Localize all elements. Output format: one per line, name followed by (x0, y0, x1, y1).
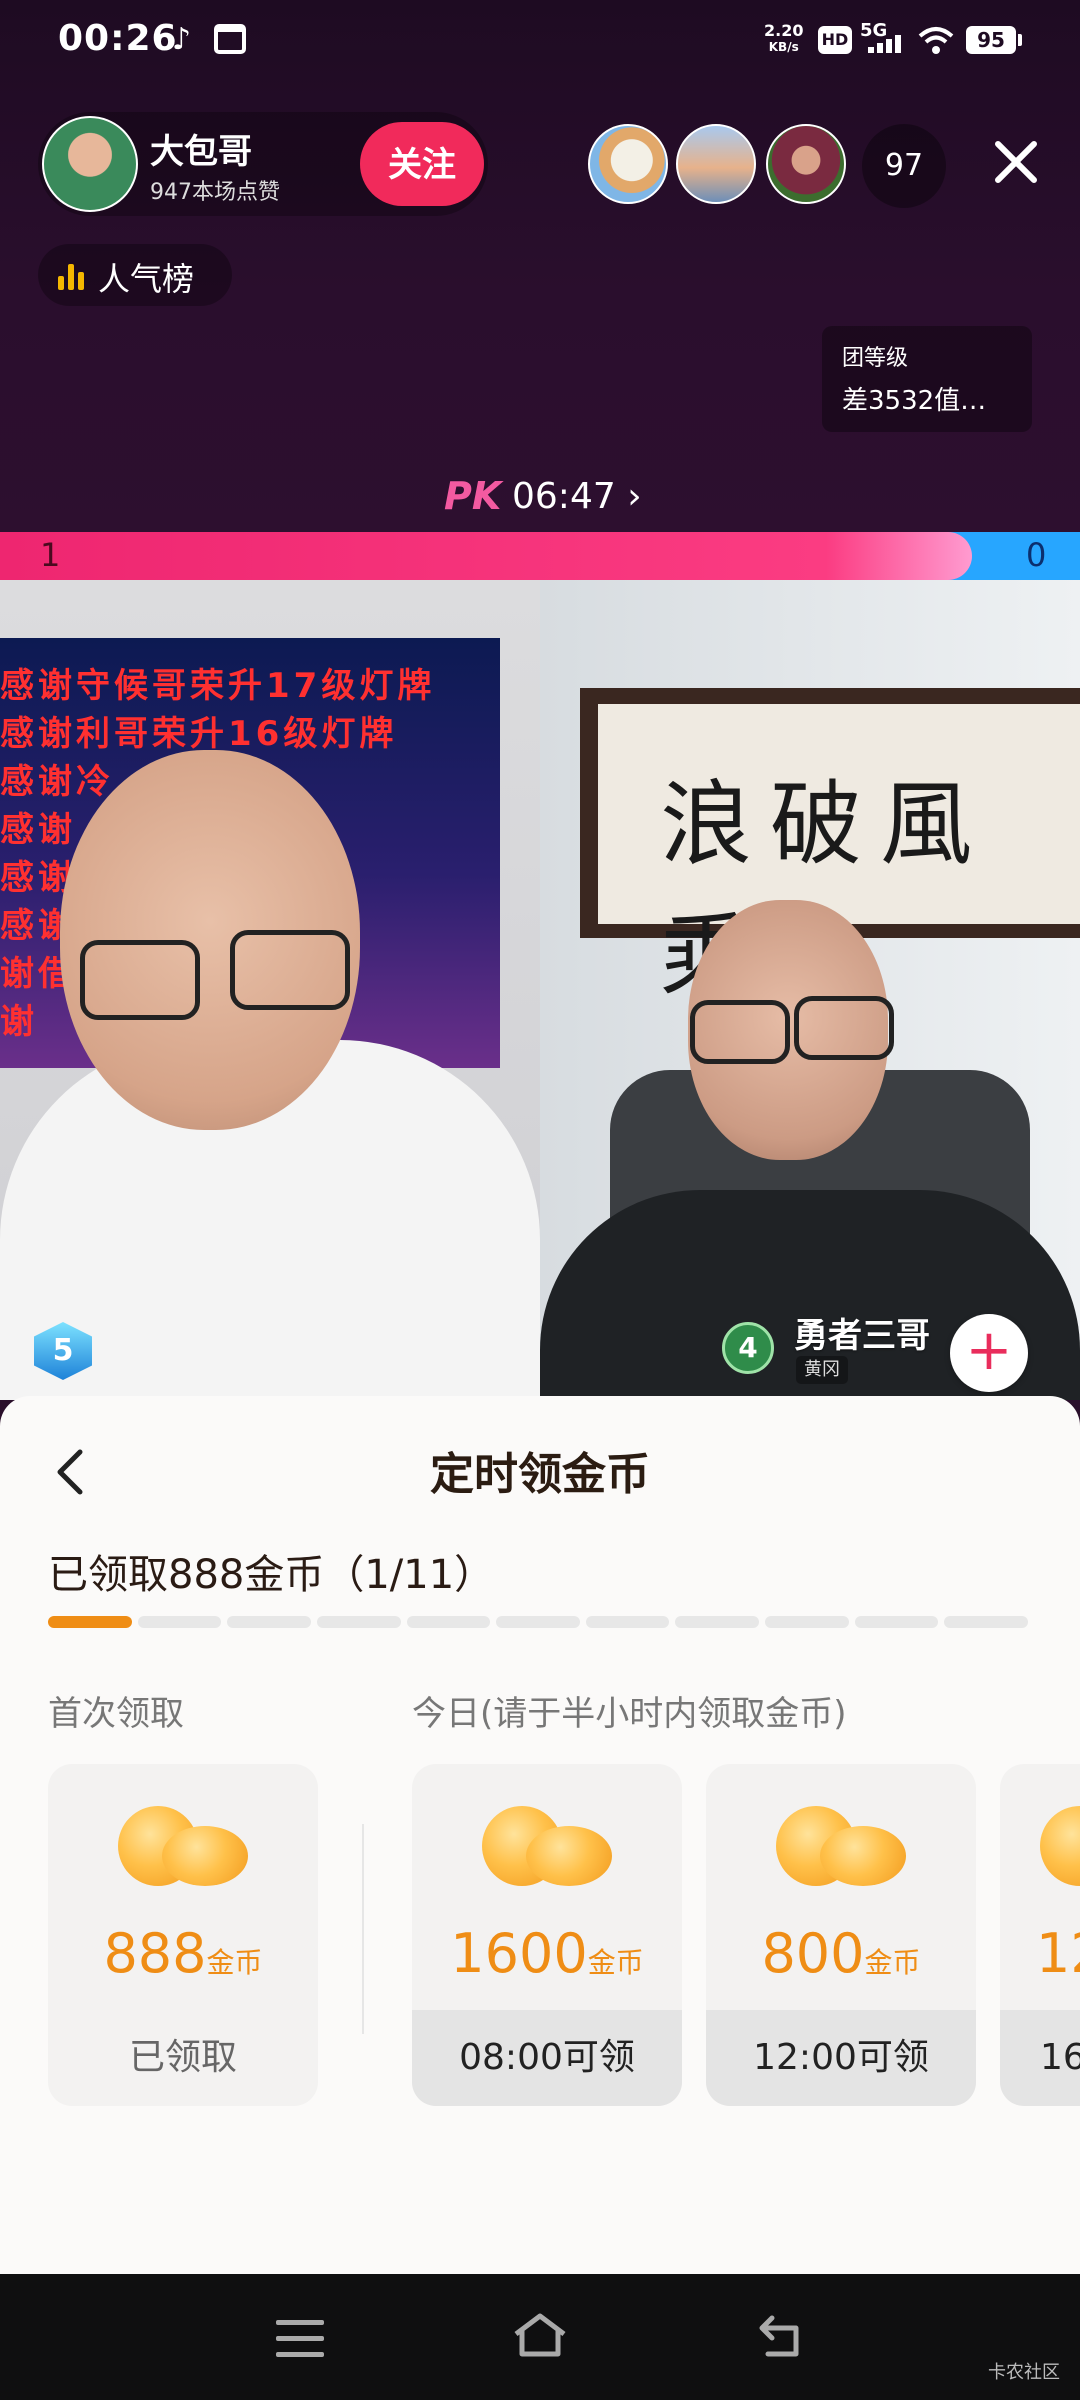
section-divider (362, 1824, 364, 2034)
banner-text-line: 感谢守候哥荣升17级灯牌 (0, 666, 436, 706)
left-streamer-glasses (230, 930, 350, 1010)
left-streamer-glasses (80, 940, 200, 1020)
progress-segment (406, 1616, 491, 1628)
coin-card-first[interactable]: 888金币 已领取 (48, 1764, 318, 2106)
menu-icon[interactable] (276, 2320, 324, 2358)
coin-amount: 888金币 (103, 1922, 263, 1985)
network-speed: 2.20 KB/s (764, 22, 803, 56)
follow-button[interactable]: 关注 (360, 122, 484, 206)
pk-score-bar-left (0, 532, 972, 580)
network-speed-value: 2.20 (764, 21, 804, 40)
pk-timer-text: 06:47 (512, 476, 616, 517)
battery-indicator: 95 (966, 26, 1022, 54)
viewer-avatar-3[interactable] (766, 124, 846, 204)
left-stream-video[interactable]: 感谢守候哥荣升17级灯牌 感谢利哥荣升16级灯牌 感谢冷 感谢 感谢 感谢 谢借谢 (0, 580, 540, 1400)
right-streamer-glasses (794, 996, 894, 1060)
coin-card-status: 16 (1000, 2010, 1080, 2106)
team-level-subtitle: 差3532值… (842, 386, 987, 416)
coin-card-status: 12:00可领 (706, 2010, 976, 2106)
progress-segment (48, 1616, 132, 1628)
claim-progress-bar (48, 1616, 1028, 1628)
coin-stack-icon (776, 1806, 906, 1888)
host-name: 大包哥 (150, 132, 252, 172)
coin-stack-icon (482, 1806, 612, 1888)
signal-icon (868, 34, 904, 53)
add-follow-plus-button[interactable]: + (950, 1314, 1028, 1392)
host-likes: 947本场点赞 (150, 180, 280, 205)
progress-segment (675, 1616, 760, 1628)
status-time: 00:26 (58, 18, 178, 59)
right-level-badge: 4 (722, 1322, 774, 1374)
hd-icon: HD (818, 26, 852, 54)
popularity-ranking-label: 人气榜 (98, 260, 195, 298)
banner-text-line: 感谢 (0, 810, 76, 850)
coin-stack-icon (1040, 1806, 1080, 1888)
banner-text-line: 谢 (0, 1002, 38, 1042)
host-avatar[interactable] (42, 116, 138, 212)
close-icon[interactable] (990, 136, 1042, 188)
today-claim-label: 今日(请于半小时内领取金币) (412, 1694, 847, 1734)
banner-text-line: 感谢利哥荣升16级灯牌 (0, 714, 398, 754)
coin-card-1200[interactable]: 800金币 12:00可领 (706, 1764, 976, 2106)
progress-segment (227, 1616, 311, 1628)
viewer-avatar-1[interactable] (588, 124, 668, 204)
right-streamer-name[interactable]: 勇者三哥 (794, 1308, 930, 1357)
viewer-count[interactable]: 97 (862, 124, 946, 208)
tiktok-notification-icon: ♪ (172, 22, 192, 57)
watermark: 卡农社区 (988, 2362, 1060, 2383)
pk-timer[interactable]: 06:47 › (512, 476, 642, 517)
progress-segment (854, 1616, 939, 1628)
viewer-avatar-2[interactable] (676, 124, 756, 204)
pk-left-score: 1 (40, 536, 61, 574)
team-level-title: 团等级 (842, 346, 909, 371)
network-speed-unit: KB/s (768, 40, 799, 54)
coin-card-1600[interactable]: 12 16 (1000, 1764, 1080, 2106)
home-icon[interactable] (510, 2310, 570, 2360)
right-streamer-glasses (690, 1000, 790, 1064)
progress-segment (316, 1616, 401, 1628)
chevron-right-icon: › (627, 476, 642, 517)
claimed-summary: 已领取888金币（1/11） (48, 1552, 495, 1598)
back-icon[interactable] (756, 2312, 806, 2360)
coin-card-0800[interactable]: 1600金币 08:00可领 (412, 1764, 682, 2106)
bar-chart-icon (58, 262, 84, 290)
coin-card-status: 08:00可领 (412, 2010, 682, 2106)
coin-stack-icon (118, 1806, 248, 1888)
progress-segment (496, 1616, 580, 1628)
coin-amount: 800金币 (761, 1922, 921, 1985)
pk-logo: PK (444, 474, 502, 518)
status-bar: 00:26 ♪ 2.20 KB/s HD 5G 95 (0, 0, 1080, 84)
progress-segment (944, 1616, 1028, 1628)
right-streamer-location-tag: 黄冈 (796, 1356, 848, 1384)
coin-amount: 12 (1036, 1922, 1080, 1985)
first-claim-label: 首次领取 (48, 1694, 184, 1734)
coin-card-status: 已领取 (128, 2037, 237, 2078)
progress-segment (585, 1616, 670, 1628)
right-stream-video[interactable]: 浪破風乘 (540, 580, 1080, 1400)
sheet-title: 定时领金币 (430, 1449, 650, 1500)
progress-segment (137, 1616, 222, 1628)
pk-right-score: 0 (1026, 536, 1047, 574)
progress-segment (765, 1616, 849, 1628)
calendar-notification-icon (214, 24, 246, 54)
wifi-icon (918, 27, 954, 54)
coin-amount: 1600金币 (450, 1922, 644, 1985)
banner-text-line: 感谢冷 (0, 762, 114, 802)
